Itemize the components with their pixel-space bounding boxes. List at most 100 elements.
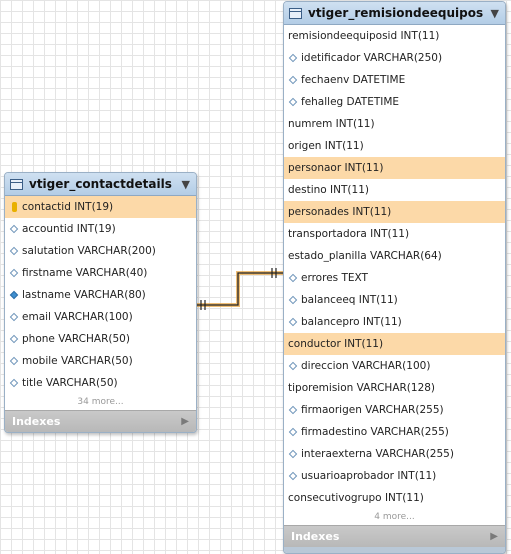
table-name: vtiger_remisiondeequipos <box>308 6 484 20</box>
nullable-column-icon <box>288 449 298 459</box>
column-row[interactable]: lastname VARCHAR(80) <box>5 284 196 306</box>
column-row[interactable]: phone VARCHAR(50) <box>5 328 196 350</box>
collapse-arrow-icon[interactable]: ▼ <box>491 7 499 20</box>
nullable-column-icon <box>9 312 19 322</box>
column-label: remisiondeequiposid INT(11) <box>288 30 440 42</box>
indexes-section[interactable]: Indexes ▶ <box>5 410 196 432</box>
nullable-column-icon <box>9 378 19 388</box>
nullable-column-icon <box>288 295 298 305</box>
column-label: interaexterna VARCHAR(255) <box>301 448 454 460</box>
column-label: firmadestino VARCHAR(255) <box>301 426 449 438</box>
nullable-column-icon <box>288 75 298 85</box>
column-row[interactable]: origen INT(11) <box>284 135 505 157</box>
column-label: title VARCHAR(50) <box>22 377 118 389</box>
column-row[interactable]: conductor INT(11) <box>284 333 505 355</box>
column-row[interactable]: firmaorigen VARCHAR(255) <box>284 399 505 421</box>
column-row[interactable]: idetificador VARCHAR(250) <box>284 47 505 69</box>
indexes-label: Indexes <box>12 415 61 428</box>
column-row[interactable]: consecutivogrupo INT(11) <box>284 487 505 509</box>
nullable-column-icon <box>288 471 298 481</box>
column-label: transportadora INT(11) <box>288 228 410 240</box>
column-row[interactable]: balanceeq INT(11) <box>284 289 505 311</box>
column-label: direccion VARCHAR(100) <box>301 360 431 372</box>
column-row[interactable]: salutation VARCHAR(200) <box>5 240 196 262</box>
column-row[interactable]: personades INT(11) <box>284 201 505 223</box>
column-row[interactable]: errores TEXT <box>284 267 505 289</box>
column-label: usuarioaprobador INT(11) <box>301 470 437 482</box>
table-header[interactable]: vtiger_remisiondeequipos ▼ <box>284 2 505 25</box>
table-icon <box>10 178 23 190</box>
column-label: balancepro INT(11) <box>301 316 402 328</box>
column-label: fehalleg DATETIME <box>301 96 400 108</box>
column-label: personaor INT(11) <box>288 162 384 174</box>
nullable-column-icon <box>288 53 298 63</box>
collapse-arrow-icon[interactable]: ▼ <box>182 178 190 191</box>
column-label: numrem INT(11) <box>288 118 375 130</box>
column-label: balanceeq INT(11) <box>301 294 398 306</box>
more-columns-label[interactable]: 4 more... <box>284 509 505 525</box>
nullable-column-icon <box>288 427 298 437</box>
column-label: origen INT(11) <box>288 140 364 152</box>
indexes-section[interactable]: Indexes ▶ <box>284 525 505 547</box>
expand-arrow-icon[interactable]: ▶ <box>490 531 498 542</box>
column-label: mobile VARCHAR(50) <box>22 355 133 367</box>
table-header[interactable]: vtiger_contactdetails ▼ <box>5 173 196 196</box>
column-row[interactable]: contactid INT(19) <box>5 196 196 218</box>
column-row[interactable]: fechaenv DATETIME <box>284 69 505 91</box>
column-row[interactable]: balancepro INT(11) <box>284 311 505 333</box>
column-label: email VARCHAR(100) <box>22 311 133 323</box>
nullable-column-icon <box>288 405 298 415</box>
column-label: contactid INT(19) <box>22 201 114 213</box>
column-row[interactable]: transportadora INT(11) <box>284 223 505 245</box>
column-label: phone VARCHAR(50) <box>22 333 130 345</box>
table-name: vtiger_contactdetails <box>29 177 172 191</box>
column-row[interactable]: mobile VARCHAR(50) <box>5 350 196 372</box>
column-label: accountid INT(19) <box>22 223 116 235</box>
nullable-column-icon <box>9 334 19 344</box>
column-row[interactable]: title VARCHAR(50) <box>5 372 196 394</box>
column-label: fechaenv DATETIME <box>301 74 406 86</box>
column-row[interactable]: remisiondeequiposid INT(11) <box>284 25 505 47</box>
column-row[interactable]: fehalleg DATETIME <box>284 91 505 113</box>
column-list: contactid INT(19) accountid INT(19) saluta… <box>5 196 196 394</box>
column-label: idetificador VARCHAR(250) <box>301 52 443 64</box>
nullable-column-icon <box>288 361 298 371</box>
nullable-column-icon <box>9 224 19 234</box>
nullable-column-icon <box>288 317 298 327</box>
nullable-column-icon <box>288 97 298 107</box>
column-row[interactable]: firmadestino VARCHAR(255) <box>284 421 505 443</box>
column-label: firmaorigen VARCHAR(255) <box>301 404 444 416</box>
table-remisiondeequipos[interactable]: vtiger_remisiondeequipos ▼ remisiondeequ… <box>283 1 506 554</box>
column-label: salutation VARCHAR(200) <box>22 245 156 257</box>
column-row[interactable]: direccion VARCHAR(100) <box>284 355 505 377</box>
primary-key-icon <box>9 202 19 212</box>
column-row[interactable]: email VARCHAR(100) <box>5 306 196 328</box>
column-row[interactable]: tiporemision VARCHAR(128) <box>284 377 505 399</box>
column-row[interactable]: firstname VARCHAR(40) <box>5 262 196 284</box>
indexes-label: Indexes <box>291 530 340 543</box>
nullable-column-icon <box>9 246 19 256</box>
more-columns-label[interactable]: 34 more... <box>5 394 196 410</box>
column-label: errores TEXT <box>301 272 368 284</box>
column-row[interactable]: accountid INT(19) <box>5 218 196 240</box>
table-contactdetails[interactable]: vtiger_contactdetails ▼ contactid INT(19… <box>4 172 197 433</box>
nullable-column-icon <box>9 268 19 278</box>
column-label: tiporemision VARCHAR(128) <box>288 382 436 394</box>
column-label: personades INT(11) <box>288 206 392 218</box>
column-label: firstname VARCHAR(40) <box>22 267 148 279</box>
column-row[interactable]: estado_planilla VARCHAR(64) <box>284 245 505 267</box>
table-bottom-strip <box>284 547 505 553</box>
column-label: consecutivogrupo INT(11) <box>288 492 424 504</box>
table-icon <box>289 7 302 19</box>
column-row[interactable]: usuarioaprobador INT(11) <box>284 465 505 487</box>
column-row[interactable]: destino INT(11) <box>284 179 505 201</box>
column-row[interactable]: numrem INT(11) <box>284 113 505 135</box>
column-row[interactable]: personaor INT(11) <box>284 157 505 179</box>
column-label: lastname VARCHAR(80) <box>22 289 146 301</box>
nullable-column-icon <box>9 356 19 366</box>
column-list: remisiondeequiposid INT(11) idetificador … <box>284 25 505 509</box>
expand-arrow-icon[interactable]: ▶ <box>181 416 189 427</box>
column-row[interactable]: interaexterna VARCHAR(255) <box>284 443 505 465</box>
column-label: estado_planilla VARCHAR(64) <box>288 250 442 262</box>
not-null-column-icon <box>9 290 19 300</box>
